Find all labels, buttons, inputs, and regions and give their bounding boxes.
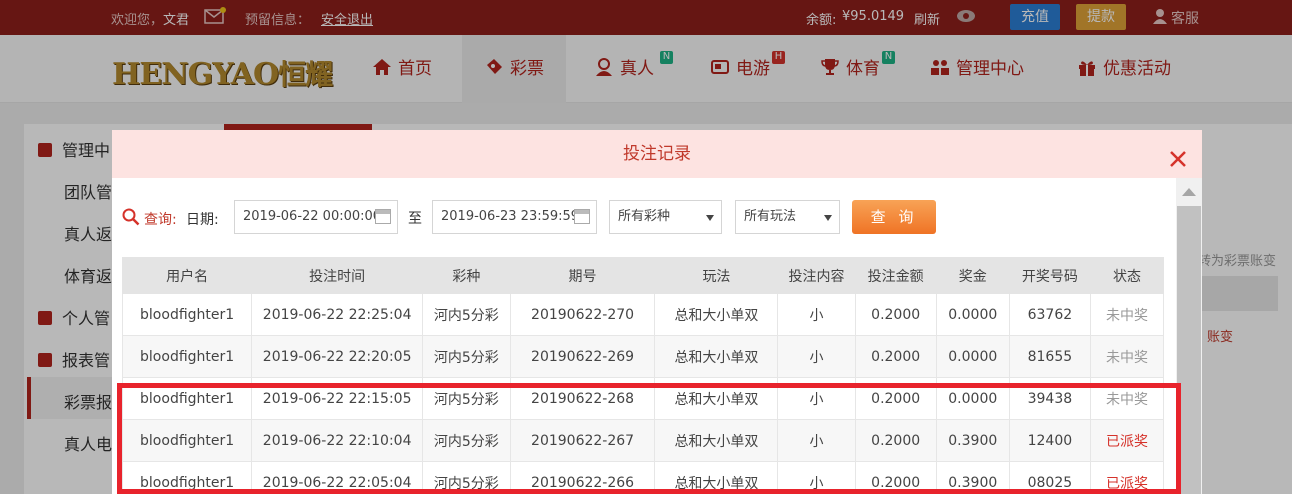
col-header-time[interactable]: 投注时间	[251, 257, 424, 294]
cell-content: 小	[777, 335, 856, 378]
cell-time: 2019-06-22 22:20:05	[251, 335, 424, 378]
table-row[interactable]: bloodfighter1 2019-06-22 22:25:04 河内5分彩 201…	[121, 293, 1164, 336]
cell-play: 总和大小单双	[654, 335, 779, 378]
calendar-icon[interactable]	[375, 209, 391, 224]
start-date-value: 2019-06-22 00:00:00	[243, 209, 382, 224]
cell-lottery: 河内5分彩	[422, 335, 511, 378]
query-label: 查询:	[144, 212, 177, 228]
highlight-box	[117, 383, 1181, 494]
cell-prize: 0.0000	[935, 293, 1010, 336]
cell-prize: 0.0000	[935, 335, 1010, 378]
col-header-user[interactable]: 用户名	[121, 257, 253, 294]
query-bar: 查询: 日期: 2019-06-22 00:00:00 至 2019-06-23…	[112, 200, 1172, 236]
table-header-row: 用户名 投注时间 彩种 期号 玩法 投注内容 投注金额 奖金 开奖号码 状态	[121, 257, 1164, 294]
close-icon[interactable]	[1166, 142, 1190, 167]
col-header-play[interactable]: 玩法	[654, 257, 779, 294]
start-date-input[interactable]: 2019-06-22 00:00:00	[234, 200, 398, 234]
col-header-amount[interactable]: 投注金额	[854, 257, 937, 294]
cell-issue: 20190622-270	[509, 293, 656, 336]
cell-status: 未中奖	[1090, 293, 1164, 336]
play-type-value: 所有玩法	[744, 209, 797, 224]
search-icon	[122, 208, 140, 226]
query-button[interactable]: 查 询	[852, 200, 936, 234]
col-header-content[interactable]: 投注内容	[777, 257, 856, 294]
cell-play: 总和大小单双	[654, 293, 779, 336]
cell-lottery: 河内5分彩	[422, 293, 511, 336]
col-header-prize[interactable]: 奖金	[935, 257, 1010, 294]
cell-number: 81655	[1008, 335, 1092, 378]
cell-content: 小	[777, 293, 856, 336]
end-date-input[interactable]: 2019-06-23 23:59:59	[432, 200, 597, 234]
cell-number: 63762	[1008, 293, 1092, 336]
modal-title: 投注记录	[623, 144, 691, 164]
cell-user: bloodfighter1	[121, 335, 253, 378]
cell-issue: 20190622-269	[509, 335, 656, 378]
table-row[interactable]: bloodfighter1 2019-06-22 22:20:05 河内5分彩 201…	[121, 335, 1164, 378]
col-header-number[interactable]: 开奖号码	[1008, 257, 1092, 294]
cell-time: 2019-06-22 22:25:04	[251, 293, 424, 336]
end-date-value: 2019-06-23 23:59:59	[441, 209, 580, 224]
lottery-type-value: 所有彩种	[618, 209, 671, 224]
date-label: 日期:	[186, 212, 219, 228]
calendar-icon[interactable]	[574, 209, 590, 224]
chevron-down-icon	[824, 215, 832, 221]
scroll-up-arrow-icon[interactable]	[1182, 188, 1196, 196]
col-header-status[interactable]: 状态	[1090, 257, 1164, 294]
modal-header: 投注记录	[112, 130, 1202, 178]
cell-user: bloodfighter1	[121, 293, 253, 336]
chevron-down-icon	[706, 215, 714, 221]
col-header-issue[interactable]: 期号	[509, 257, 656, 294]
col-header-lottery[interactable]: 彩种	[422, 257, 511, 294]
play-type-select[interactable]: 所有玩法	[735, 200, 840, 234]
date-separator: 至	[408, 211, 422, 227]
cell-amount: 0.2000	[854, 293, 937, 336]
cell-status: 未中奖	[1090, 335, 1164, 378]
lottery-type-select[interactable]: 所有彩种	[609, 200, 722, 234]
cell-amount: 0.2000	[854, 335, 937, 378]
